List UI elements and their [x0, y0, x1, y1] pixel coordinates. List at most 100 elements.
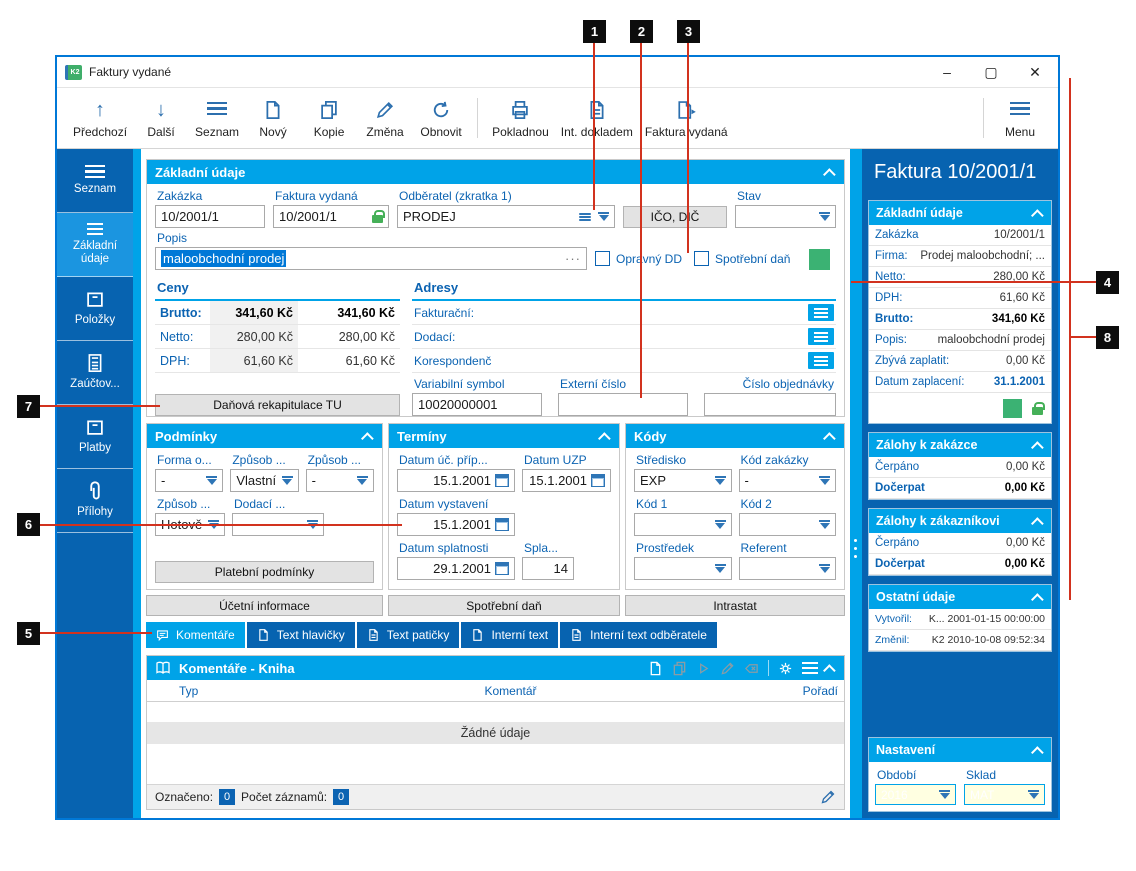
panel-splitter[interactable] — [850, 149, 862, 818]
tab-komentare[interactable]: Komentáře — [146, 622, 245, 648]
popis-input[interactable]: maloobchodní prodej ··· — [155, 247, 587, 270]
sidebar-item-seznam[interactable]: Seznam — [57, 149, 133, 213]
grid-menu-icon[interactable] — [802, 662, 818, 674]
close-button[interactable]: ✕ — [1020, 61, 1050, 83]
sidebar-item-zakladni-udaje[interactable]: Základní údaje — [57, 213, 133, 277]
zalohy-zakaznik-header[interactable]: Zálohy k zákazníkovi — [869, 509, 1051, 533]
calendar-icon[interactable] — [495, 474, 509, 487]
chevron-up-icon[interactable] — [598, 431, 611, 445]
zpusob-odberu-dropdown[interactable]: - — [305, 469, 374, 492]
chevron-up-icon[interactable] — [823, 431, 836, 445]
chevron-up-icon[interactable] — [1031, 592, 1044, 606]
zpusob-dopravy-dropdown[interactable]: Vlastní — [230, 469, 299, 492]
zalohy-zakazka-header[interactable]: Zálohy k zakázce — [869, 433, 1051, 457]
externi-cislo-input[interactable] — [558, 393, 688, 416]
ico-dic-button[interactable]: IČO, DIČ — [623, 206, 727, 228]
refresh-button[interactable]: Obnovit — [413, 90, 469, 146]
print-cash-button[interactable]: Pokladnou — [486, 90, 555, 146]
copy-record-icon[interactable] — [672, 661, 687, 676]
forma-uhrady-dropdown[interactable]: - — [155, 469, 224, 492]
odberatel-input[interactable]: PRODEJ — [397, 205, 615, 228]
stav-dropdown[interactable] — [735, 205, 836, 228]
danova-rekapitulace-button[interactable]: Daňová rekapitulace TU — [155, 394, 400, 416]
edit-button[interactable]: Změna — [357, 90, 413, 146]
address-menu-button[interactable] — [808, 304, 834, 321]
copy-button[interactable]: Kopie — [301, 90, 357, 146]
platebni-podminky-button[interactable]: Platební podmínky — [155, 561, 374, 583]
obdobi-dropdown[interactable]: 2016 — [875, 784, 956, 805]
datum-uc-pripadu-input[interactable]: 15.1.2001 — [397, 469, 515, 492]
sidebar-item-zauctovani[interactable]: Zaúčtov... — [57, 341, 133, 405]
calendar-icon[interactable] — [495, 562, 509, 575]
faktura-input[interactable]: 10/2001/1 — [273, 205, 389, 228]
ellipsis-button[interactable]: ··· — [565, 251, 581, 266]
tab-text-paticky[interactable]: Text patičky — [356, 622, 460, 648]
chevron-up-icon[interactable] — [1031, 516, 1044, 530]
internal-document-button[interactable]: Int. dokladem — [555, 90, 639, 146]
chevron-up-icon[interactable] — [1031, 440, 1044, 454]
prostredek-dropdown[interactable] — [634, 557, 732, 580]
cislo-objednavky-input[interactable] — [704, 393, 836, 416]
terminy-header[interactable]: Termíny — [389, 424, 619, 448]
calendar-icon[interactable] — [591, 474, 605, 487]
chevron-down-icon[interactable] — [598, 212, 609, 221]
podminky-header[interactable]: Podmínky — [147, 424, 382, 448]
zakazka-input[interactable]: 10/2001/1 — [155, 205, 265, 228]
kody-header[interactable]: Kódy — [626, 424, 844, 448]
nastaveni-header[interactable]: Nastavení — [869, 738, 1051, 762]
minimize-button[interactable]: – — [932, 61, 962, 83]
stack-icon[interactable] — [578, 210, 592, 224]
tab-interni-text-odberatele[interactable]: Interní text odběratele — [560, 622, 717, 648]
chevron-down-icon[interactable] — [715, 564, 726, 573]
datum-uzp-input[interactable]: 15.1.2001 — [522, 469, 611, 492]
play-icon[interactable] — [696, 661, 711, 676]
intrastat-button[interactable]: Intrastat — [625, 595, 845, 616]
stredisko-dropdown[interactable]: EXP — [634, 469, 732, 492]
column-typ[interactable]: Typ — [173, 684, 479, 698]
chevron-down-icon[interactable] — [715, 476, 726, 485]
spotrebni-dan-checkbox[interactable] — [694, 251, 710, 266]
chevron-down-icon[interactable] — [206, 476, 217, 485]
kod2-dropdown[interactable] — [738, 513, 836, 536]
chevron-down-icon[interactable] — [357, 476, 368, 485]
opravny-dd-checkbox[interactable] — [595, 251, 610, 266]
chevron-up-icon[interactable] — [361, 431, 374, 445]
chevron-up-icon[interactable] — [1031, 208, 1044, 222]
column-poradi[interactable]: Pořadí — [784, 684, 844, 698]
kod-zakazky-dropdown[interactable]: - — [738, 469, 836, 492]
tab-interni-text[interactable]: Interní text — [461, 622, 559, 648]
new-record-icon[interactable] — [648, 661, 663, 676]
variabilni-symbol-input[interactable]: 10020000001 — [412, 393, 542, 416]
tab-text-hlavicky[interactable]: Text hlavičky — [246, 622, 355, 648]
chevron-down-icon[interactable] — [819, 476, 830, 485]
chevron-up-icon[interactable] — [823, 663, 836, 677]
menu-button[interactable]: Menu — [992, 90, 1048, 146]
chevron-up-icon[interactable] — [823, 167, 836, 181]
new-button[interactable]: Nový — [245, 90, 301, 146]
chevron-down-icon[interactable] — [819, 520, 830, 529]
sklad-dropdown[interactable]: MAT — [964, 784, 1045, 805]
address-menu-button[interactable] — [808, 328, 834, 345]
calendar-icon[interactable] — [495, 518, 509, 531]
settings-gear-icon[interactable] — [778, 661, 793, 676]
chevron-down-icon[interactable] — [819, 564, 830, 573]
datum-vystaveni-input[interactable]: 15.1.2001 — [397, 513, 515, 536]
splatnost-dni-input[interactable]: 14 — [522, 557, 574, 580]
chevron-down-icon[interactable] — [819, 212, 830, 221]
datum-splatnosti-input[interactable]: 29.1.2001 — [397, 557, 515, 580]
kod1-dropdown[interactable] — [634, 513, 732, 536]
maximize-button[interactable]: ▢ — [976, 61, 1006, 83]
chevron-up-icon[interactable] — [1031, 745, 1044, 759]
edit-pencil-icon[interactable] — [820, 789, 836, 805]
address-menu-button[interactable] — [808, 352, 834, 369]
chevron-down-icon[interactable] — [282, 476, 293, 485]
chevron-down-icon[interactable] — [1028, 790, 1039, 799]
chevron-down-icon[interactable] — [715, 520, 726, 529]
next-button[interactable]: ↓ Další — [133, 90, 189, 146]
chevron-down-icon[interactable] — [939, 790, 950, 799]
delete-record-icon[interactable] — [744, 661, 759, 676]
summary-basic-header[interactable]: Základní údaje — [869, 201, 1051, 225]
previous-button[interactable]: ↑ Předchozí — [67, 90, 133, 146]
ucetni-informace-button[interactable]: Účetní informace — [146, 595, 383, 616]
referent-dropdown[interactable] — [738, 557, 836, 580]
